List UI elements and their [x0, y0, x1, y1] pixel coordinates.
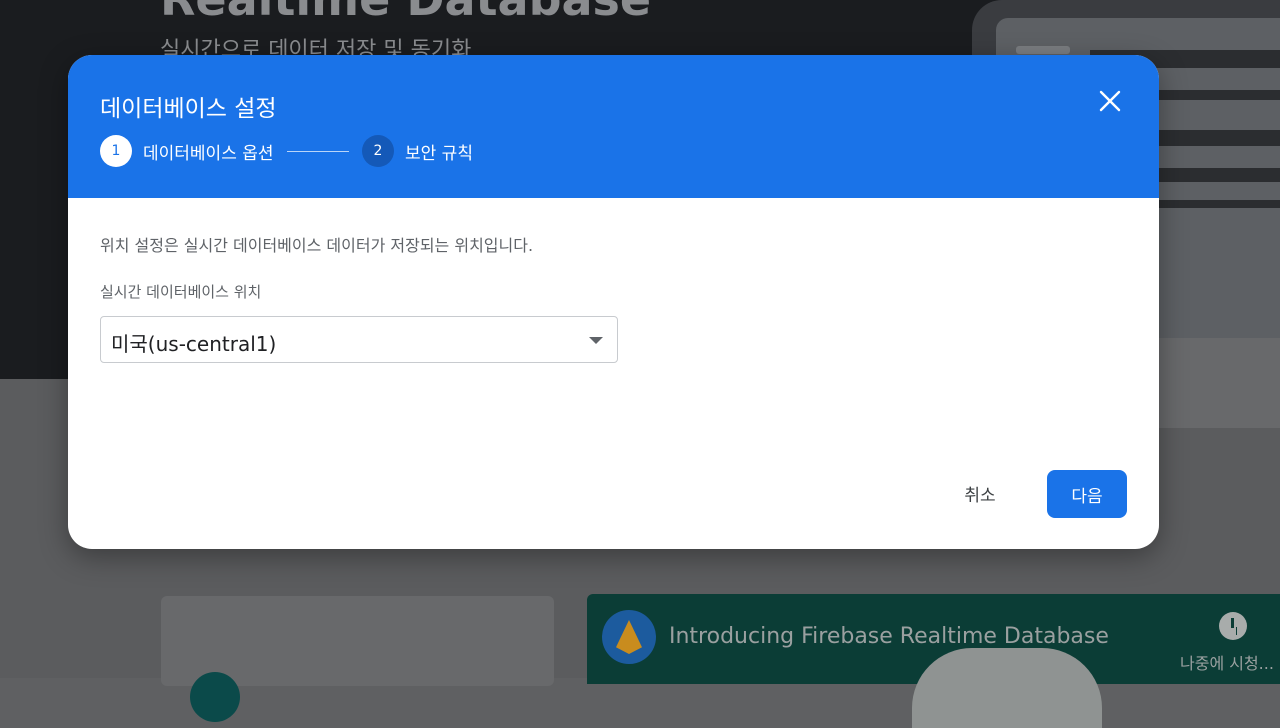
card-icon	[190, 672, 240, 722]
dialog-title: 데이터베이스 설정	[100, 96, 277, 122]
close-button[interactable]	[1092, 83, 1128, 119]
step-number: 2	[362, 135, 394, 167]
background-card	[1158, 338, 1280, 428]
location-field-label: 실시간 데이터베이스 위치	[100, 283, 262, 301]
location-select-value: 미국(us-central1)	[111, 332, 277, 356]
step-label: 보안 규칙	[405, 143, 473, 164]
stepper-connector	[287, 151, 349, 152]
watch-later-label: 나중에 시청...	[1180, 654, 1274, 673]
step-label: 데이터베이스 옵션	[143, 143, 274, 164]
database-setup-dialog: 데이터베이스 설정 1 데이터베이스 옵션 2 보안 규칙 위치 설정은 실시간…	[68, 55, 1159, 549]
video-cloud-graphic	[912, 648, 1102, 728]
step-security-rules: 2 보안 규칙	[362, 135, 473, 167]
hero-title: Realtime Database	[160, 0, 651, 26]
dialog-description: 위치 설정은 실시간 데이터베이스 데이터가 저장되는 위치입니다.	[100, 236, 534, 255]
cancel-button[interactable]: 취소	[948, 471, 1012, 515]
close-icon	[1099, 90, 1121, 112]
next-button[interactable]: 다음	[1047, 470, 1127, 518]
step-database-options: 1 데이터베이스 옵션	[100, 135, 274, 167]
video-title: Introducing Firebase Realtime Database	[669, 624, 1109, 649]
dialog-header	[68, 55, 1159, 198]
hero-illustration-bar	[1016, 46, 1070, 54]
step-number: 1	[100, 135, 132, 167]
dropdown-arrow-icon	[589, 337, 603, 344]
location-select[interactable]: 미국(us-central1)	[100, 316, 618, 363]
clock-icon	[1219, 612, 1247, 640]
